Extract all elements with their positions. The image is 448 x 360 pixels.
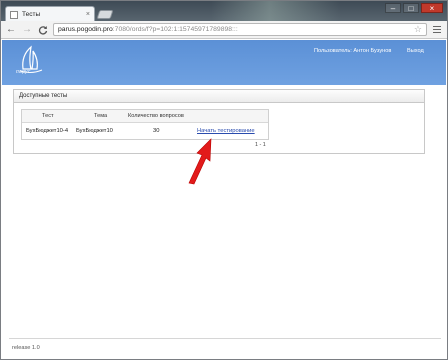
column-header-test[interactable]: Тест xyxy=(42,113,54,119)
pagination-label: 1 - 1 xyxy=(255,142,266,148)
tab-title: Тесты xyxy=(22,11,41,18)
app-header: парус Пользователь: Антон Бузунов Выход xyxy=(2,40,446,85)
address-bar[interactable]: parus.pogodin.pro:7080/ords/f?p=102:1:15… xyxy=(53,23,427,36)
tests-table: Тест Тема Количество вопросов БухБюджет1… xyxy=(21,109,269,140)
browser-toolbar: ← → parus.pogodin.pro:7080/ords/f?p=102:… xyxy=(1,21,447,39)
browser-tab[interactable]: Тесты × xyxy=(5,6,95,21)
theme-background xyxy=(211,1,341,21)
table-header-row: Тест Тема Количество вопросов xyxy=(22,110,268,123)
panel-title: Доступные тесты xyxy=(14,90,424,103)
page-favicon-icon xyxy=(10,10,18,19)
close-window-button[interactable]: × xyxy=(421,3,443,13)
logo-wordmark: парус xyxy=(16,69,31,75)
column-header-question-count[interactable]: Количество вопросов xyxy=(128,113,184,119)
table-row: БухБюджет10-4 БухБюджет10 30 Начать тест… xyxy=(22,123,268,139)
cell-test-name: БухБюджет10-4 xyxy=(26,128,69,134)
forward-arrow-icon[interactable]: → xyxy=(21,24,33,36)
column-header-topic[interactable]: Тема xyxy=(94,113,107,119)
available-tests-panel: Доступные тесты Тест Тема Количество воп… xyxy=(13,89,425,154)
logout-link[interactable]: Выход xyxy=(407,48,424,54)
tab-close-icon[interactable]: × xyxy=(86,11,90,18)
bookmark-star-icon[interactable]: ☆ xyxy=(414,24,422,35)
start-testing-link[interactable]: Начать тестирование xyxy=(197,128,255,134)
red-arrow-annotation-icon xyxy=(188,138,212,185)
back-arrow-icon[interactable]: ← xyxy=(5,24,17,36)
reload-icon[interactable] xyxy=(37,24,49,36)
cell-topic: БухБюджет10 xyxy=(76,128,113,134)
browser-window: Тесты × – □ × ← → parus.pogodin.pro:7080… xyxy=(0,0,448,360)
maximize-button[interactable]: □ xyxy=(403,3,419,13)
window-controls: – □ × xyxy=(385,3,443,13)
url-path: :7080/ords/f?p=102:1:15745971789898::: xyxy=(112,26,238,33)
title-bar: Тесты × – □ × xyxy=(1,1,447,21)
release-label: release 1.0 xyxy=(12,345,40,351)
new-tab-button[interactable] xyxy=(96,10,114,19)
url-host: parus.pogodin.pro xyxy=(58,26,113,33)
browser-menu-icon[interactable] xyxy=(431,24,443,36)
user-name-label[interactable]: Пользователь: Антон Бузунов xyxy=(314,48,391,54)
cell-question-count: 30 xyxy=(153,128,160,134)
footer-divider xyxy=(9,338,441,339)
minimize-button[interactable]: – xyxy=(385,3,401,13)
